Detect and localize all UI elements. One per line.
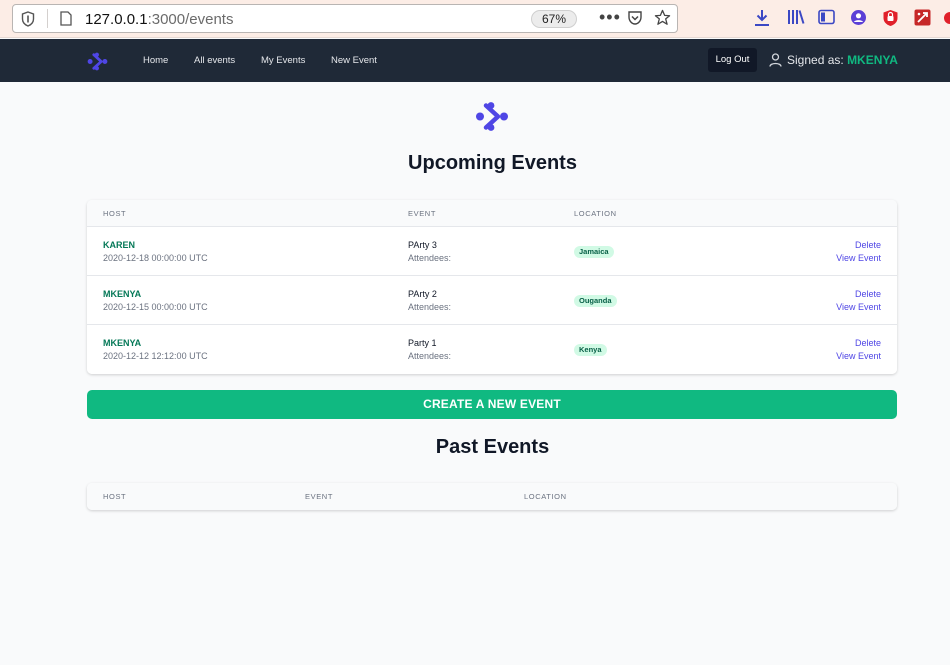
- event-date: 2020-12-15 00:00:00 UTC: [103, 302, 208, 312]
- past-events-title: Past Events: [435, 436, 550, 458]
- table-row: KAREN 2020-12-18 00:00:00 UTC PArty 3 At…: [87, 227, 897, 276]
- column-location: LOCATION: [524, 492, 567, 501]
- host-name: KAREN: [103, 240, 136, 250]
- column-host: HOST: [103, 492, 127, 501]
- create-event-button[interactable]: CREATE A NEW EVENT: [87, 390, 897, 419]
- view-event-link[interactable]: View Event: [836, 351, 881, 361]
- location-badge: Ouganda: [574, 295, 617, 307]
- location-badge: Jamaica: [574, 246, 614, 258]
- delete-link[interactable]: Delete: [855, 240, 881, 250]
- app-navbar: Home All events My Events New Event Log …: [0, 39, 950, 82]
- download-icon[interactable]: [754, 9, 770, 27]
- nav-link-home[interactable]: Home: [143, 55, 168, 66]
- delete-link[interactable]: Delete: [855, 289, 881, 299]
- event-attendees: Attendees:: [408, 302, 452, 312]
- brand-logo-icon: [476, 102, 508, 131]
- browser-toolbar: 127.0.0.1:3000/events 67% •••: [0, 0, 950, 38]
- event-date: 2020-12-12 12:12:00 UTC: [103, 351, 208, 361]
- shield-icon[interactable]: [21, 11, 35, 27]
- location-badge: Kenya: [574, 344, 607, 356]
- more-dots-icon[interactable]: •••: [599, 7, 621, 28]
- upcoming-events-table: HOST EVENT LOCATION KAREN 2020-12-18 00:…: [87, 200, 897, 374]
- event-name: PArty 2: [408, 289, 437, 299]
- nav-link-new-event[interactable]: New Event: [331, 55, 377, 66]
- extension-icon[interactable]: [914, 9, 931, 26]
- pocket-icon[interactable]: [627, 10, 643, 26]
- column-location: LOCATION: [574, 209, 617, 218]
- event-name: Party 1: [408, 338, 437, 348]
- star-icon[interactable]: [654, 9, 671, 26]
- url-host: 127.0.0.1: [85, 11, 148, 28]
- nav-link-all-events[interactable]: All events: [194, 55, 235, 66]
- url-separator: [47, 9, 48, 28]
- table-row: MKENYA 2020-12-15 00:00:00 UTC PArty 2 A…: [87, 276, 897, 325]
- url-bar[interactable]: 127.0.0.1:3000/events 67% •••: [12, 4, 678, 33]
- column-host: HOST: [103, 209, 127, 218]
- signed-as-label: Signed as:: [787, 53, 844, 67]
- page-icon[interactable]: [60, 11, 72, 26]
- url-path: :3000/events: [147, 11, 234, 28]
- overflow-edge-icon[interactable]: [943, 11, 950, 25]
- ublock-icon[interactable]: [882, 9, 899, 27]
- signed-in-indicator: Signed as: MKENYA: [787, 53, 898, 67]
- logout-button[interactable]: Log Out: [708, 48, 757, 72]
- column-event: EVENT: [408, 209, 437, 218]
- event-attendees: Attendees:: [408, 253, 452, 263]
- library-icon[interactable]: [787, 9, 805, 25]
- nav-link-my-events[interactable]: My Events: [261, 55, 305, 66]
- delete-link[interactable]: Delete: [855, 338, 881, 348]
- host-name: MKENYA: [103, 289, 142, 299]
- past-events-table: HOST EVENT LOCATION: [87, 483, 897, 510]
- signed-in-username: MKENYA: [847, 53, 898, 67]
- account-icon[interactable]: [850, 9, 867, 26]
- table-header: HOST EVENT LOCATION: [87, 200, 897, 227]
- sidebar-icon[interactable]: [818, 9, 835, 25]
- event-attendees: Attendees:: [408, 351, 452, 361]
- brand-logo-icon[interactable]: [87, 52, 108, 71]
- upcoming-events-title: Upcoming Events: [408, 152, 577, 174]
- zoom-level-badge[interactable]: 67%: [531, 10, 577, 28]
- view-event-link[interactable]: View Event: [836, 253, 881, 263]
- host-name: MKENYA: [103, 338, 142, 348]
- view-event-link[interactable]: View Event: [836, 302, 881, 312]
- event-name: PArty 3: [408, 240, 437, 250]
- url-text[interactable]: 127.0.0.1:3000/events: [85, 11, 233, 28]
- table-row: MKENYA 2020-12-12 12:12:00 UTC Party 1 A…: [87, 325, 897, 374]
- event-date: 2020-12-18 00:00:00 UTC: [103, 253, 208, 263]
- table-header: HOST EVENT LOCATION: [87, 483, 897, 510]
- user-icon: [769, 53, 782, 67]
- column-event: EVENT: [305, 492, 334, 501]
